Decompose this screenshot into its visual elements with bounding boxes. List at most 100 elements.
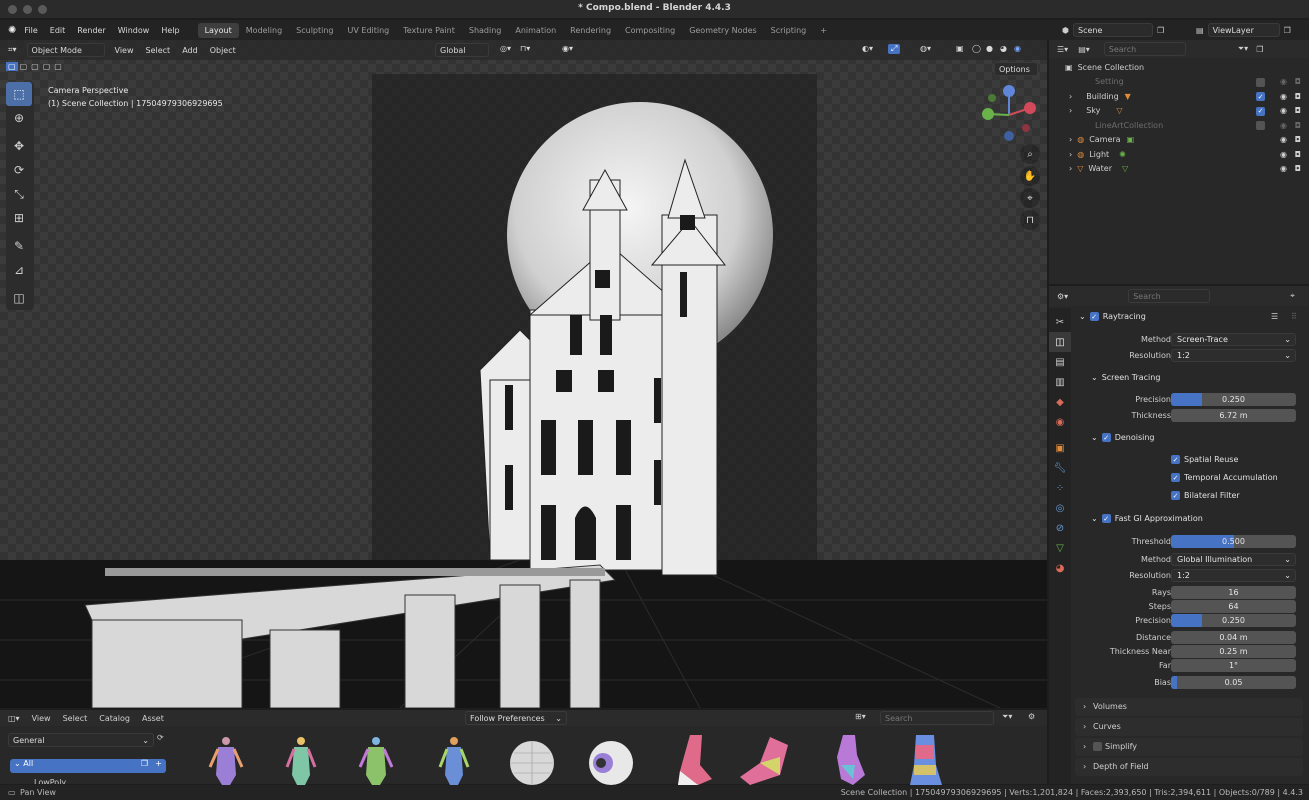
outliner-item-sky[interactable]: › Sky ▽ ✓ ◉ ◘ bbox=[1049, 104, 1309, 119]
catalog-lowpoly[interactable]: LowPoly bbox=[34, 776, 66, 784]
outliner-item-setting[interactable]: Setting ◉ ◘ bbox=[1049, 75, 1309, 90]
new-scene-icon[interactable]: ❐ bbox=[1157, 26, 1164, 35]
select-extend-icon[interactable]: ▢ bbox=[20, 62, 28, 71]
asset-thumb-human-1[interactable] bbox=[200, 735, 252, 785]
outliner-editor-icon[interactable]: ☰▾ bbox=[1057, 45, 1068, 54]
shading-wireframe-icon[interactable]: ◯ bbox=[972, 44, 981, 53]
gizmo-y-axis[interactable] bbox=[982, 108, 994, 120]
scene-icon[interactable]: ⬢ bbox=[1062, 26, 1069, 35]
menu-render[interactable]: Render bbox=[77, 26, 105, 35]
sky-eye-icon[interactable]: ◉ bbox=[1280, 106, 1287, 115]
temporal-accumulation-checkbox[interactable]: ✓ bbox=[1171, 473, 1180, 482]
collapse-chevron-icon[interactable]: ⌄ bbox=[1079, 312, 1086, 321]
tab-scripting[interactable]: Scripting bbox=[764, 23, 814, 38]
collapse-chevron-icon[interactable]: ⌄ bbox=[1091, 433, 1098, 442]
filter-icon[interactable]: ⏷▾ bbox=[1238, 44, 1248, 54]
tab-geometry-nodes[interactable]: Geometry Nodes bbox=[682, 23, 763, 38]
gizmo-x-axis[interactable] bbox=[1024, 102, 1036, 114]
tab-animation[interactable]: Animation bbox=[508, 23, 563, 38]
depth-of-field-panel[interactable]: › Depth of Field bbox=[1075, 758, 1303, 776]
simplify-checkbox[interactable] bbox=[1093, 742, 1102, 751]
shading-material-icon[interactable]: ◕ bbox=[1000, 44, 1007, 53]
thickness-near-field[interactable]: 0.25 m bbox=[1171, 645, 1296, 658]
spatial-reuse-checkbox[interactable]: ✓ bbox=[1171, 455, 1180, 464]
new-collection-icon[interactable]: ❐ bbox=[1256, 45, 1263, 54]
pan-view-icon[interactable]: ✋ bbox=[1020, 166, 1040, 186]
asset-settings-icon[interactable]: ⚙ bbox=[1028, 712, 1035, 721]
outliner-item-water[interactable]: › ▽ Water ▽ ◉ ◘ bbox=[1049, 162, 1309, 177]
tab-modeling[interactable]: Modeling bbox=[239, 23, 289, 38]
building-eye-icon[interactable]: ◉ bbox=[1280, 92, 1287, 101]
asset-thumb-human-3[interactable] bbox=[350, 735, 402, 785]
expand-icon[interactable]: › bbox=[1069, 150, 1072, 159]
tab-texture-paint[interactable]: Texture Paint bbox=[396, 23, 462, 38]
move-tool-icon[interactable]: ✥ bbox=[6, 134, 32, 158]
simplify-panel[interactable]: › Simplify bbox=[1075, 738, 1303, 756]
asset-thumb-foot[interactable] bbox=[668, 735, 720, 785]
lock-camera-icon[interactable]: ⊓ bbox=[1020, 210, 1040, 230]
measure-tool-icon[interactable]: ⊿ bbox=[6, 258, 32, 282]
bias-slider[interactable]: 0.05 bbox=[1171, 676, 1296, 689]
setting-exclude-checkbox[interactable] bbox=[1256, 77, 1265, 87]
catalog-all[interactable]: ⌄ All ❐ + bbox=[10, 759, 166, 773]
precision-slider[interactable]: 0.250 bbox=[1171, 393, 1296, 406]
collapse-chevron-icon[interactable]: ⌄ bbox=[1091, 373, 1098, 382]
gi-method-select[interactable]: Global Illumination ⌄ bbox=[1171, 553, 1296, 566]
light-render-icon[interactable]: ◘ bbox=[1295, 150, 1301, 159]
asset-menu-select[interactable]: Select bbox=[63, 714, 88, 723]
transform-orientation-select[interactable]: Global bbox=[435, 43, 489, 57]
fast-gi-checkbox[interactable]: ✓ bbox=[1101, 514, 1111, 523]
select-subtract-icon[interactable]: ▢ bbox=[31, 62, 39, 71]
expand-icon[interactable]: › bbox=[1069, 92, 1072, 101]
menu-file[interactable]: File bbox=[24, 26, 37, 35]
setting-eye-icon[interactable]: ◉ bbox=[1280, 77, 1287, 86]
bilateral-filter-checkbox[interactable]: ✓ bbox=[1171, 491, 1180, 500]
outliner-item-light[interactable]: › ◍ Light ✺ ◉ ◘ bbox=[1049, 147, 1309, 162]
lineart-eye-icon[interactable]: ◉ bbox=[1280, 121, 1287, 130]
lineart-exclude-checkbox[interactable] bbox=[1256, 121, 1265, 130]
camera-view-icon[interactable]: ⌖ bbox=[1020, 188, 1040, 208]
navigation-gizmo[interactable] bbox=[978, 84, 1040, 146]
setting-camera-icon[interactable]: ◘ bbox=[1295, 77, 1301, 86]
asset-filter-icon[interactable]: ⏷▾ bbox=[1002, 712, 1012, 722]
asset-thumb-human-4[interactable] bbox=[428, 735, 480, 785]
menu-add[interactable]: Add bbox=[182, 46, 198, 55]
asset-menu-catalog[interactable]: Catalog bbox=[99, 714, 130, 723]
select-new-icon[interactable]: ▢ bbox=[6, 62, 18, 71]
asset-menu-view[interactable]: View bbox=[32, 714, 51, 723]
overlay-icon[interactable]: ◍▾ bbox=[920, 44, 931, 53]
outliner-root[interactable]: ▣ Scene Collection bbox=[1049, 60, 1309, 75]
pivot-icon[interactable]: ◎▾ bbox=[500, 44, 511, 53]
snap-icon[interactable]: ⊓▾ bbox=[520, 44, 530, 53]
menu-edit[interactable]: Edit bbox=[50, 26, 66, 35]
tab-uv-editing[interactable]: UV Editing bbox=[341, 23, 397, 38]
tab-shading[interactable]: Shading bbox=[462, 23, 509, 38]
tab-layout[interactable]: Layout bbox=[197, 22, 239, 38]
collapse-chevron-icon[interactable]: ⌄ bbox=[1091, 514, 1098, 523]
building-camera-icon[interactable]: ◘ bbox=[1295, 92, 1301, 101]
new-view-layer-icon[interactable]: ❐ bbox=[1284, 26, 1291, 35]
tab-rendering[interactable]: Rendering bbox=[563, 23, 618, 38]
resolution-select[interactable]: 1:2 ⌄ bbox=[1171, 349, 1296, 362]
shading-solid-icon[interactable]: ● bbox=[986, 44, 993, 53]
gi-resolution-select[interactable]: 1:2 ⌄ bbox=[1171, 569, 1296, 582]
distance-field[interactable]: 0.04 m bbox=[1171, 631, 1296, 644]
raytracing-panel-header[interactable]: ⌄ ✓ Raytracing bbox=[1079, 312, 1146, 321]
modifier-tab-icon[interactable]: 🔧︎ bbox=[1049, 458, 1071, 478]
3d-viewport[interactable]: ⌗▾ Object Mode View Select Add Object Gl… bbox=[0, 40, 1047, 708]
building-exclude-checkbox[interactable]: ✓ bbox=[1256, 92, 1265, 101]
outliner-item-camera[interactable]: › ◍ Camera ▣ ◉ ◘ bbox=[1049, 133, 1309, 148]
sky-camera-icon[interactable]: ◘ bbox=[1295, 106, 1301, 115]
view-layer-icon[interactable]: ▤ bbox=[1196, 26, 1204, 35]
select-invert-icon[interactable]: ▢ bbox=[43, 62, 51, 71]
curves-panel[interactable]: › Curves bbox=[1075, 718, 1303, 736]
raytracing-checkbox[interactable]: ✓ bbox=[1089, 312, 1099, 321]
tool-tab-icon[interactable]: ✂ bbox=[1049, 312, 1071, 332]
steps-field[interactable]: 64 bbox=[1171, 600, 1296, 613]
sky-exclude-checkbox[interactable]: ✓ bbox=[1256, 106, 1265, 116]
asset-thumb-eye[interactable] bbox=[585, 735, 637, 785]
add-workspace-icon[interactable]: + bbox=[813, 23, 834, 38]
object-tab-icon[interactable]: ▣ bbox=[1049, 438, 1071, 458]
blender-logo-icon[interactable]: ✺ bbox=[8, 25, 16, 36]
outliner-search-input[interactable]: Search bbox=[1103, 42, 1186, 56]
